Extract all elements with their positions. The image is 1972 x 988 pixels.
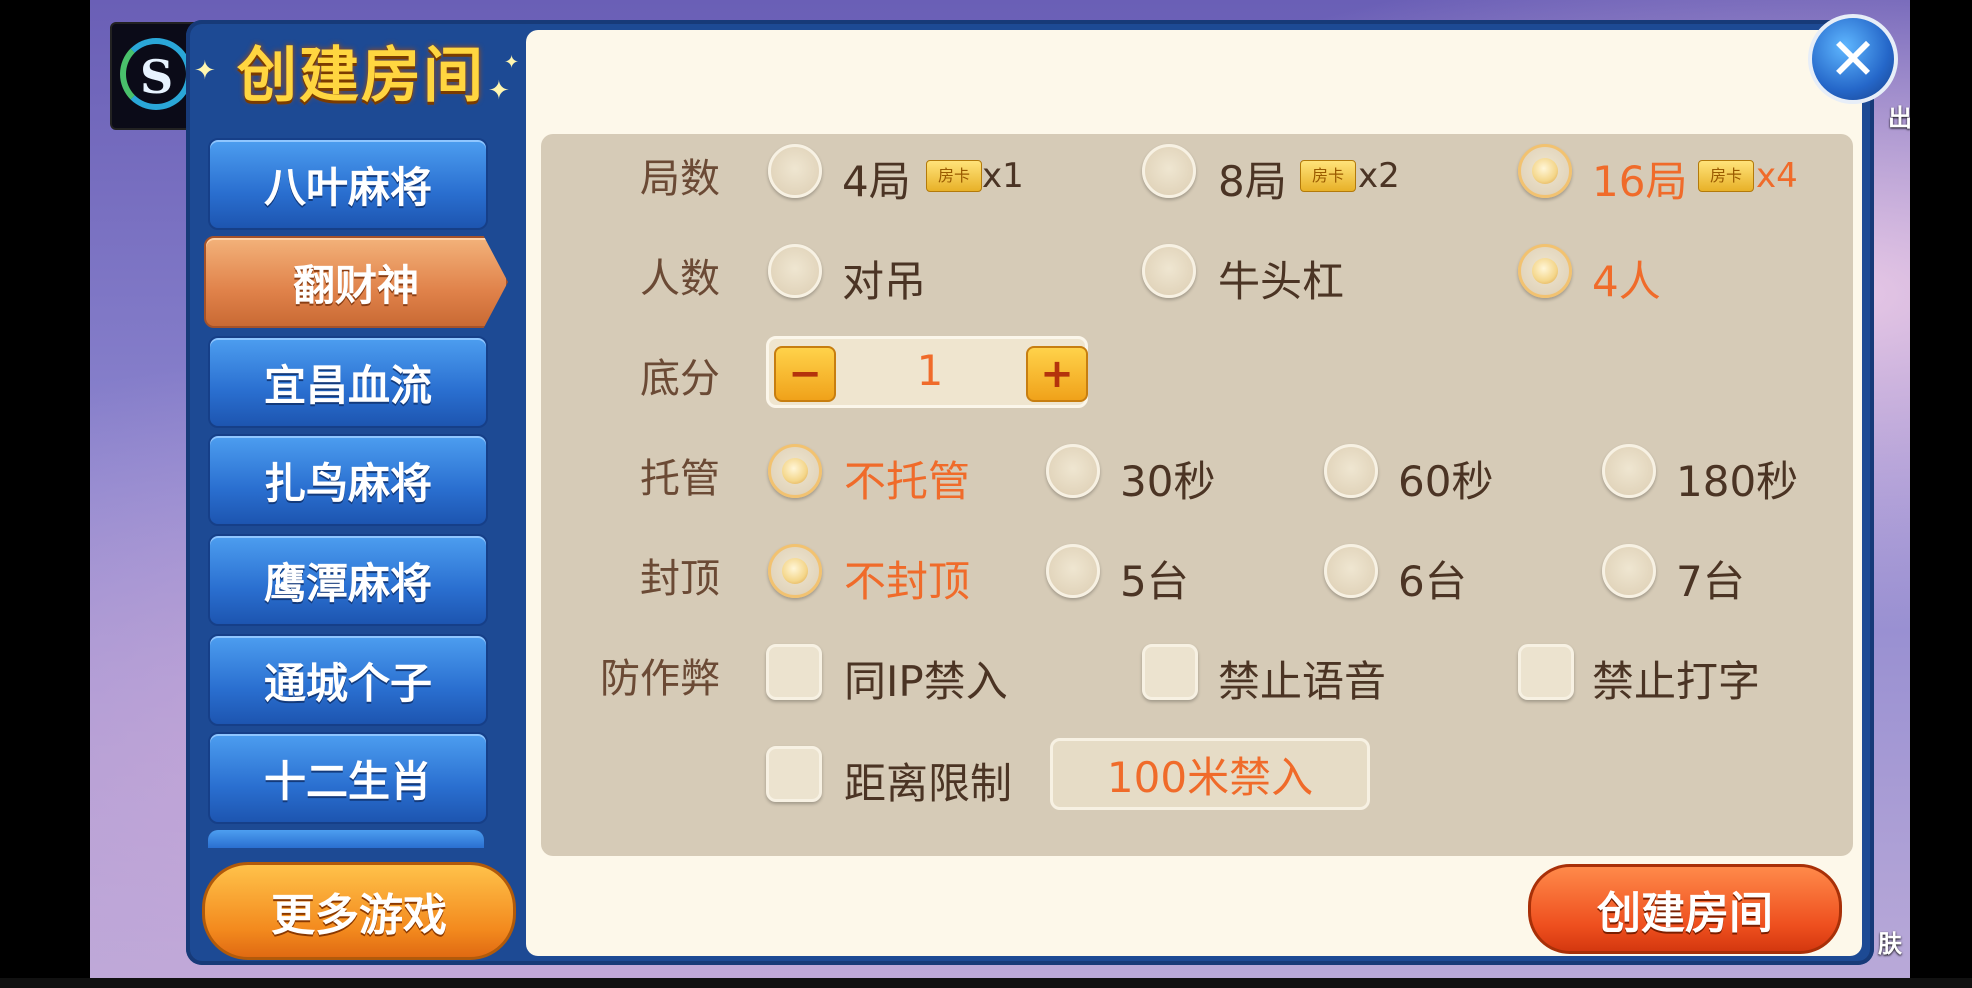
anti-cheat-option-text: 同IP禁入 (844, 657, 1008, 706)
sidebar-tab-yingtanmajiang[interactable]: 鹰潭麻将 (208, 534, 488, 626)
decrement-button[interactable]: − (774, 346, 836, 402)
sidebar-tab-partial[interactable] (208, 830, 484, 848)
sidebar-tab-zhaniaomajiang[interactable]: 扎鸟麻将 (208, 434, 488, 526)
close-icon[interactable]: ✕ (1808, 14, 1898, 104)
room-card-icon: 房卡 (1698, 160, 1754, 192)
room-card-icon: 房卡 (926, 160, 982, 192)
anti-cheat-option-text: 禁止语音 (1218, 657, 1387, 706)
star-icon: ✦ (194, 56, 216, 86)
cap-option-text: 6台 (1398, 557, 1467, 606)
sidebar-tab-shiershengxiao[interactable]: 十二生肖 (208, 732, 488, 824)
rounds-option-text: 4局 (842, 157, 911, 206)
auto-play-radio-60s[interactable] (1324, 444, 1378, 498)
increment-button[interactable]: + (1026, 346, 1088, 402)
exit-side-label: 出 (1888, 104, 1912, 132)
auto-play-radio-30s[interactable] (1046, 444, 1100, 498)
players-option-text: 牛头杠 (1218, 257, 1345, 306)
sidebar-tab-fancaishen[interactable]: 翻财神 (204, 236, 508, 328)
star-icon: ✦ (504, 52, 520, 73)
cap-radio-6[interactable] (1324, 544, 1378, 598)
players-radio-duidiao[interactable] (768, 244, 822, 298)
distance-limit-checkbox[interactable] (766, 746, 822, 802)
players-radio-niutougang[interactable] (1142, 244, 1196, 298)
base-score-value: 1 (916, 346, 944, 395)
anti-cheat-option-text: 距离限制 (844, 759, 1013, 808)
auto-play-radio-none[interactable] (768, 444, 822, 498)
rounds-radio-8[interactable] (1142, 144, 1196, 198)
auto-play-radio-180s[interactable] (1602, 444, 1656, 498)
players-option-text: 对吊 (842, 257, 927, 306)
same-ip-checkbox[interactable] (766, 644, 822, 700)
anti-cheat-option-text: 禁止打字 (1592, 657, 1761, 706)
cap-option-text: 不封顶 (844, 557, 971, 606)
rounds-option-text: 16局 (1592, 157, 1688, 206)
auto-play-label: 托管 (640, 456, 720, 502)
logo-letter: S (140, 50, 174, 104)
auto-play-option-text: 60秒 (1398, 457, 1494, 506)
rounds-multiplier: x1 (982, 156, 1024, 196)
rounds-option-text: 8局 (1218, 157, 1287, 206)
anti-cheat-label: 防作弊 (600, 656, 720, 702)
letterbox-right (1910, 0, 1972, 988)
rounds-multiplier: x4 (1756, 156, 1798, 196)
distance-limit-select[interactable]: 100米禁入 (1050, 738, 1370, 810)
rounds-radio-4[interactable] (768, 144, 822, 198)
letterbox-left (0, 0, 90, 988)
room-card-icon: 房卡 (1300, 160, 1356, 192)
rounds-multiplier: x2 (1358, 156, 1400, 196)
cap-radio-none[interactable] (768, 544, 822, 598)
skin-side-label: 肤 (1878, 930, 1902, 958)
more-games-button[interactable]: 更多游戏 (202, 862, 516, 960)
create-room-button[interactable]: 创建房间 (1528, 864, 1842, 954)
sidebar-tab-yichangxueliu[interactable]: 宜昌血流 (208, 336, 488, 428)
sidebar-tab-bayemajiang[interactable]: 八叶麻将 (208, 138, 488, 230)
cap-radio-5[interactable] (1046, 544, 1100, 598)
auto-play-option-text: 30秒 (1120, 457, 1216, 506)
cap-radio-7[interactable] (1602, 544, 1656, 598)
players-radio-4[interactable] (1518, 244, 1572, 298)
auto-play-option-text: 180秒 (1676, 457, 1799, 506)
cap-option-text: 5台 (1120, 557, 1189, 606)
star-icon: ✦ (488, 76, 510, 106)
letterbox-bottom (0, 978, 1972, 988)
no-typing-checkbox[interactable] (1518, 644, 1574, 700)
cap-label: 封顶 (640, 556, 720, 602)
page-title: 创建房间 (237, 40, 485, 111)
base-score-label: 底分 (640, 356, 720, 402)
sidebar-tab-tongchenggezi[interactable]: 通城个子 (208, 634, 488, 726)
players-option-text: 4人 (1592, 257, 1661, 306)
no-voice-checkbox[interactable] (1142, 644, 1198, 700)
players-label: 人数 (640, 256, 720, 302)
cap-option-text: 7台 (1676, 557, 1745, 606)
rounds-label: 局数 (640, 156, 720, 202)
auto-play-option-text: 不托管 (844, 457, 971, 506)
rounds-radio-16[interactable] (1518, 144, 1572, 198)
